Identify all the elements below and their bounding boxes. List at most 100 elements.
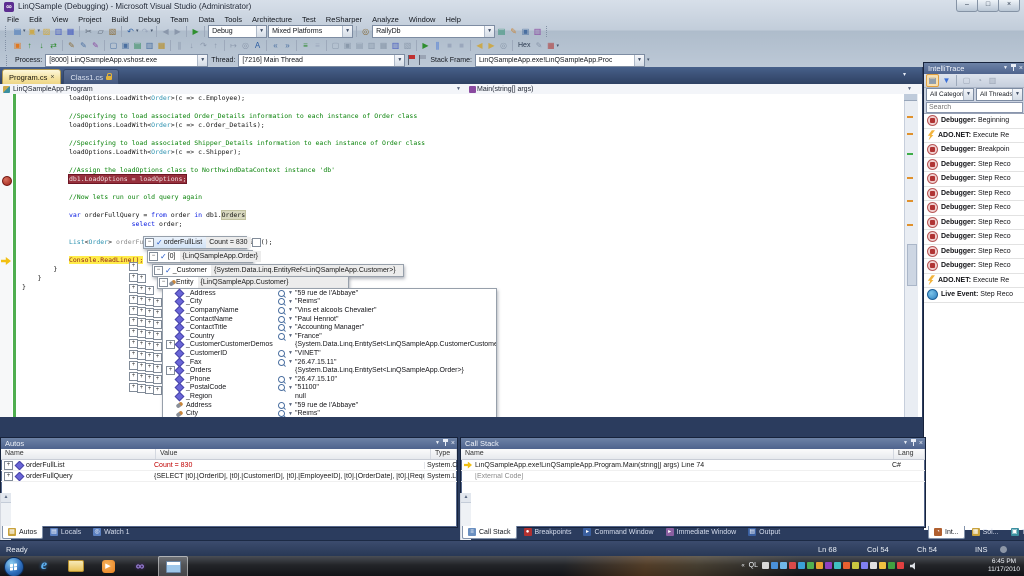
panel-tab-output[interactable]: ▤ Output bbox=[743, 526, 785, 538]
intellitrace-event[interactable]: Debugger: Step Reco bbox=[924, 158, 1024, 173]
window-5-button[interactable]: ▦ bbox=[156, 40, 167, 51]
tray-icon[interactable] bbox=[780, 562, 787, 569]
datatip-member-row[interactable]: + _CustomerCustomerDemos {System.Data.Li… bbox=[163, 341, 496, 350]
autos-row[interactable]: + orderFullQuery {SELECT [t0].[OrderID],… bbox=[1, 471, 457, 482]
toolbar-overflow-icon[interactable]: ▾ bbox=[647, 57, 650, 63]
datatip-collapse-icon[interactable]: − bbox=[145, 238, 154, 247]
hex-display-button[interactable]: Hex bbox=[516, 42, 532, 49]
step-out-button[interactable]: ↑ bbox=[210, 40, 221, 51]
tray-icon[interactable] bbox=[834, 562, 841, 569]
datatip-expander-icon[interactable]: + bbox=[153, 364, 162, 373]
datatip-collapse-icon[interactable]: − bbox=[154, 266, 163, 275]
magnifier-icon[interactable] bbox=[278, 316, 285, 323]
panel-tab-int-[interactable]: ◔ Int... bbox=[928, 526, 965, 539]
chevron-down-icon[interactable]: ▼ bbox=[907, 86, 912, 92]
panel-tab-immediate-window[interactable]: ▸ Immediate Window bbox=[661, 526, 742, 538]
format-button[interactable]: A bbox=[252, 40, 263, 51]
open-file-button[interactable]: ▨ bbox=[41, 26, 52, 37]
panel-tab-command-window[interactable]: ▸ Command Window bbox=[578, 526, 658, 538]
intellitrace-event[interactable]: ADO.NET: Execute Re bbox=[924, 129, 1024, 144]
taskbar-explorer-icon[interactable] bbox=[62, 556, 90, 576]
call-stack-row[interactable]: [External Code] bbox=[461, 471, 925, 482]
datatip-member-row[interactable]: _Address ▼ "59 rue de l'Abbaye" bbox=[163, 289, 496, 298]
panel-tab-autos[interactable]: ▦ Autos bbox=[2, 526, 43, 539]
chevron-down-icon[interactable]: ▼ bbox=[288, 411, 293, 417]
intellitrace-event[interactable]: Debugger: Step Reco bbox=[924, 187, 1024, 202]
taskbar-ie-icon[interactable]: e bbox=[30, 556, 58, 576]
magnifier-icon[interactable] bbox=[278, 376, 285, 383]
chevron-down-icon[interactable]: ▼ bbox=[288, 299, 293, 305]
document-tab-program-cs[interactable]: Program.cs × bbox=[2, 69, 61, 84]
scrollbar-thumb[interactable] bbox=[907, 244, 917, 286]
new-item-button[interactable]: ▤ bbox=[12, 26, 23, 37]
menu-team[interactable]: Team bbox=[165, 15, 193, 24]
menu-project[interactable]: Project bbox=[73, 15, 106, 24]
cut-button[interactable]: ✂ bbox=[83, 26, 94, 37]
gray-flag-icon[interactable] bbox=[419, 55, 427, 65]
chevron-down-icon[interactable]: ▼ bbox=[288, 290, 293, 296]
column-header[interactable]: Lang bbox=[894, 449, 925, 459]
autos-row[interactable]: + orderFullList Count = 830 System.C bbox=[1, 460, 457, 471]
tray-icon[interactable] bbox=[798, 562, 805, 569]
tray-icon[interactable] bbox=[870, 562, 877, 569]
check-icon[interactable]: ✓ bbox=[160, 253, 167, 261]
solution-platforms-combo[interactable]: Mixed Platforms▼ bbox=[268, 25, 353, 38]
save-button[interactable]: ▥ bbox=[53, 26, 64, 37]
magnifier-icon[interactable] bbox=[278, 359, 285, 366]
editor-vertical-scrollbar[interactable] bbox=[904, 94, 918, 417]
chevron-down-icon[interactable]: ▼ bbox=[288, 333, 293, 339]
toolbar-grip[interactable] bbox=[546, 26, 550, 37]
save-fmt-button[interactable]: ▥ bbox=[390, 40, 401, 51]
taskbar-clock[interactable]: 6:45 PM 11/17/2010 bbox=[988, 558, 1020, 574]
column-header[interactable]: Name bbox=[461, 449, 894, 459]
datatip-expander-icon[interactable]: + bbox=[153, 331, 162, 340]
window-3-button[interactable]: ▤ bbox=[132, 40, 143, 51]
chevron-down-icon[interactable]: ▼ bbox=[963, 89, 973, 100]
restart-button[interactable]: ■ bbox=[456, 40, 467, 51]
continue-button[interactable]: ▶ bbox=[420, 40, 431, 51]
pin-icon[interactable] bbox=[911, 439, 916, 447]
datatip-expander-icon[interactable]: + bbox=[166, 340, 175, 349]
solution-configurations-combo[interactable]: Debug▼ bbox=[208, 25, 267, 38]
maximize-button[interactable]: □ bbox=[977, 0, 999, 12]
panel-tab-breakpoints[interactable]: ● Breakpoints bbox=[519, 526, 577, 538]
datatip-row[interactable]: −✓ [0] {LinQSampleApp.Order} bbox=[147, 250, 253, 263]
panel-tab-tea-[interactable]: ▣ Tea... bbox=[1006, 526, 1024, 538]
dock-4-button[interactable]: ▥ bbox=[366, 40, 377, 51]
edit-hex-button[interactable]: ✎ bbox=[533, 40, 544, 51]
chevron-down-icon[interactable]: ▼ bbox=[903, 440, 908, 446]
datatip-member-row[interactable]: _PostalCode ▼ "51100" bbox=[163, 384, 496, 393]
outdent-button[interactable]: « bbox=[270, 40, 281, 51]
start-button[interactable] bbox=[4, 557, 24, 576]
toolbar-grip[interactable] bbox=[5, 26, 9, 37]
autos-titlebar[interactable]: Autos ▼ × bbox=[1, 438, 457, 449]
start-debugging-button[interactable]: ▶ bbox=[190, 26, 201, 37]
list-view-button[interactable]: ▤ bbox=[926, 74, 939, 87]
database-combo[interactable]: RallyDb▼ bbox=[372, 25, 495, 38]
tray-icon[interactable] bbox=[879, 562, 886, 569]
tray-icon[interactable] bbox=[816, 562, 823, 569]
redo-button[interactable]: ↷ bbox=[140, 26, 151, 37]
pause-button[interactable]: ∥ bbox=[432, 40, 443, 51]
filter-button[interactable]: ▼ bbox=[941, 75, 952, 86]
indicator-margin[interactable] bbox=[0, 94, 12, 417]
chevron-down-icon[interactable]: ▾ bbox=[151, 28, 154, 34]
toolbar-grip[interactable] bbox=[5, 40, 9, 51]
chevron-down-icon[interactable]: ▼ bbox=[484, 26, 494, 37]
add-item-button[interactable]: ▣ bbox=[27, 26, 38, 37]
pin-icon[interactable] bbox=[1011, 64, 1016, 72]
chevron-down-icon[interactable]: ▼ bbox=[1012, 89, 1022, 100]
datatip-member-row[interactable]: _ContactTitle ▼ "Accounting Manager" bbox=[163, 323, 496, 332]
column-header[interactable]: Value bbox=[156, 449, 431, 459]
chevron-down-icon[interactable]: ▼ bbox=[256, 26, 266, 37]
chevron-down-icon[interactable]: ▼ bbox=[435, 440, 440, 446]
taskbar-media-player-icon[interactable]: ▶ bbox=[94, 556, 122, 576]
datatip-member-row[interactable]: _CustomerID ▼ "VINET" bbox=[163, 349, 496, 358]
copy-button[interactable]: ▱ bbox=[95, 26, 106, 37]
menu-tools[interactable]: Tools bbox=[219, 15, 247, 24]
breakpoint-icon[interactable] bbox=[2, 176, 12, 186]
menu-debug[interactable]: Debug bbox=[133, 15, 165, 24]
datatip-expander-icon[interactable]: + bbox=[129, 262, 138, 271]
window-4-button[interactable]: ▥ bbox=[144, 40, 155, 51]
tray-icon[interactable] bbox=[843, 562, 850, 569]
